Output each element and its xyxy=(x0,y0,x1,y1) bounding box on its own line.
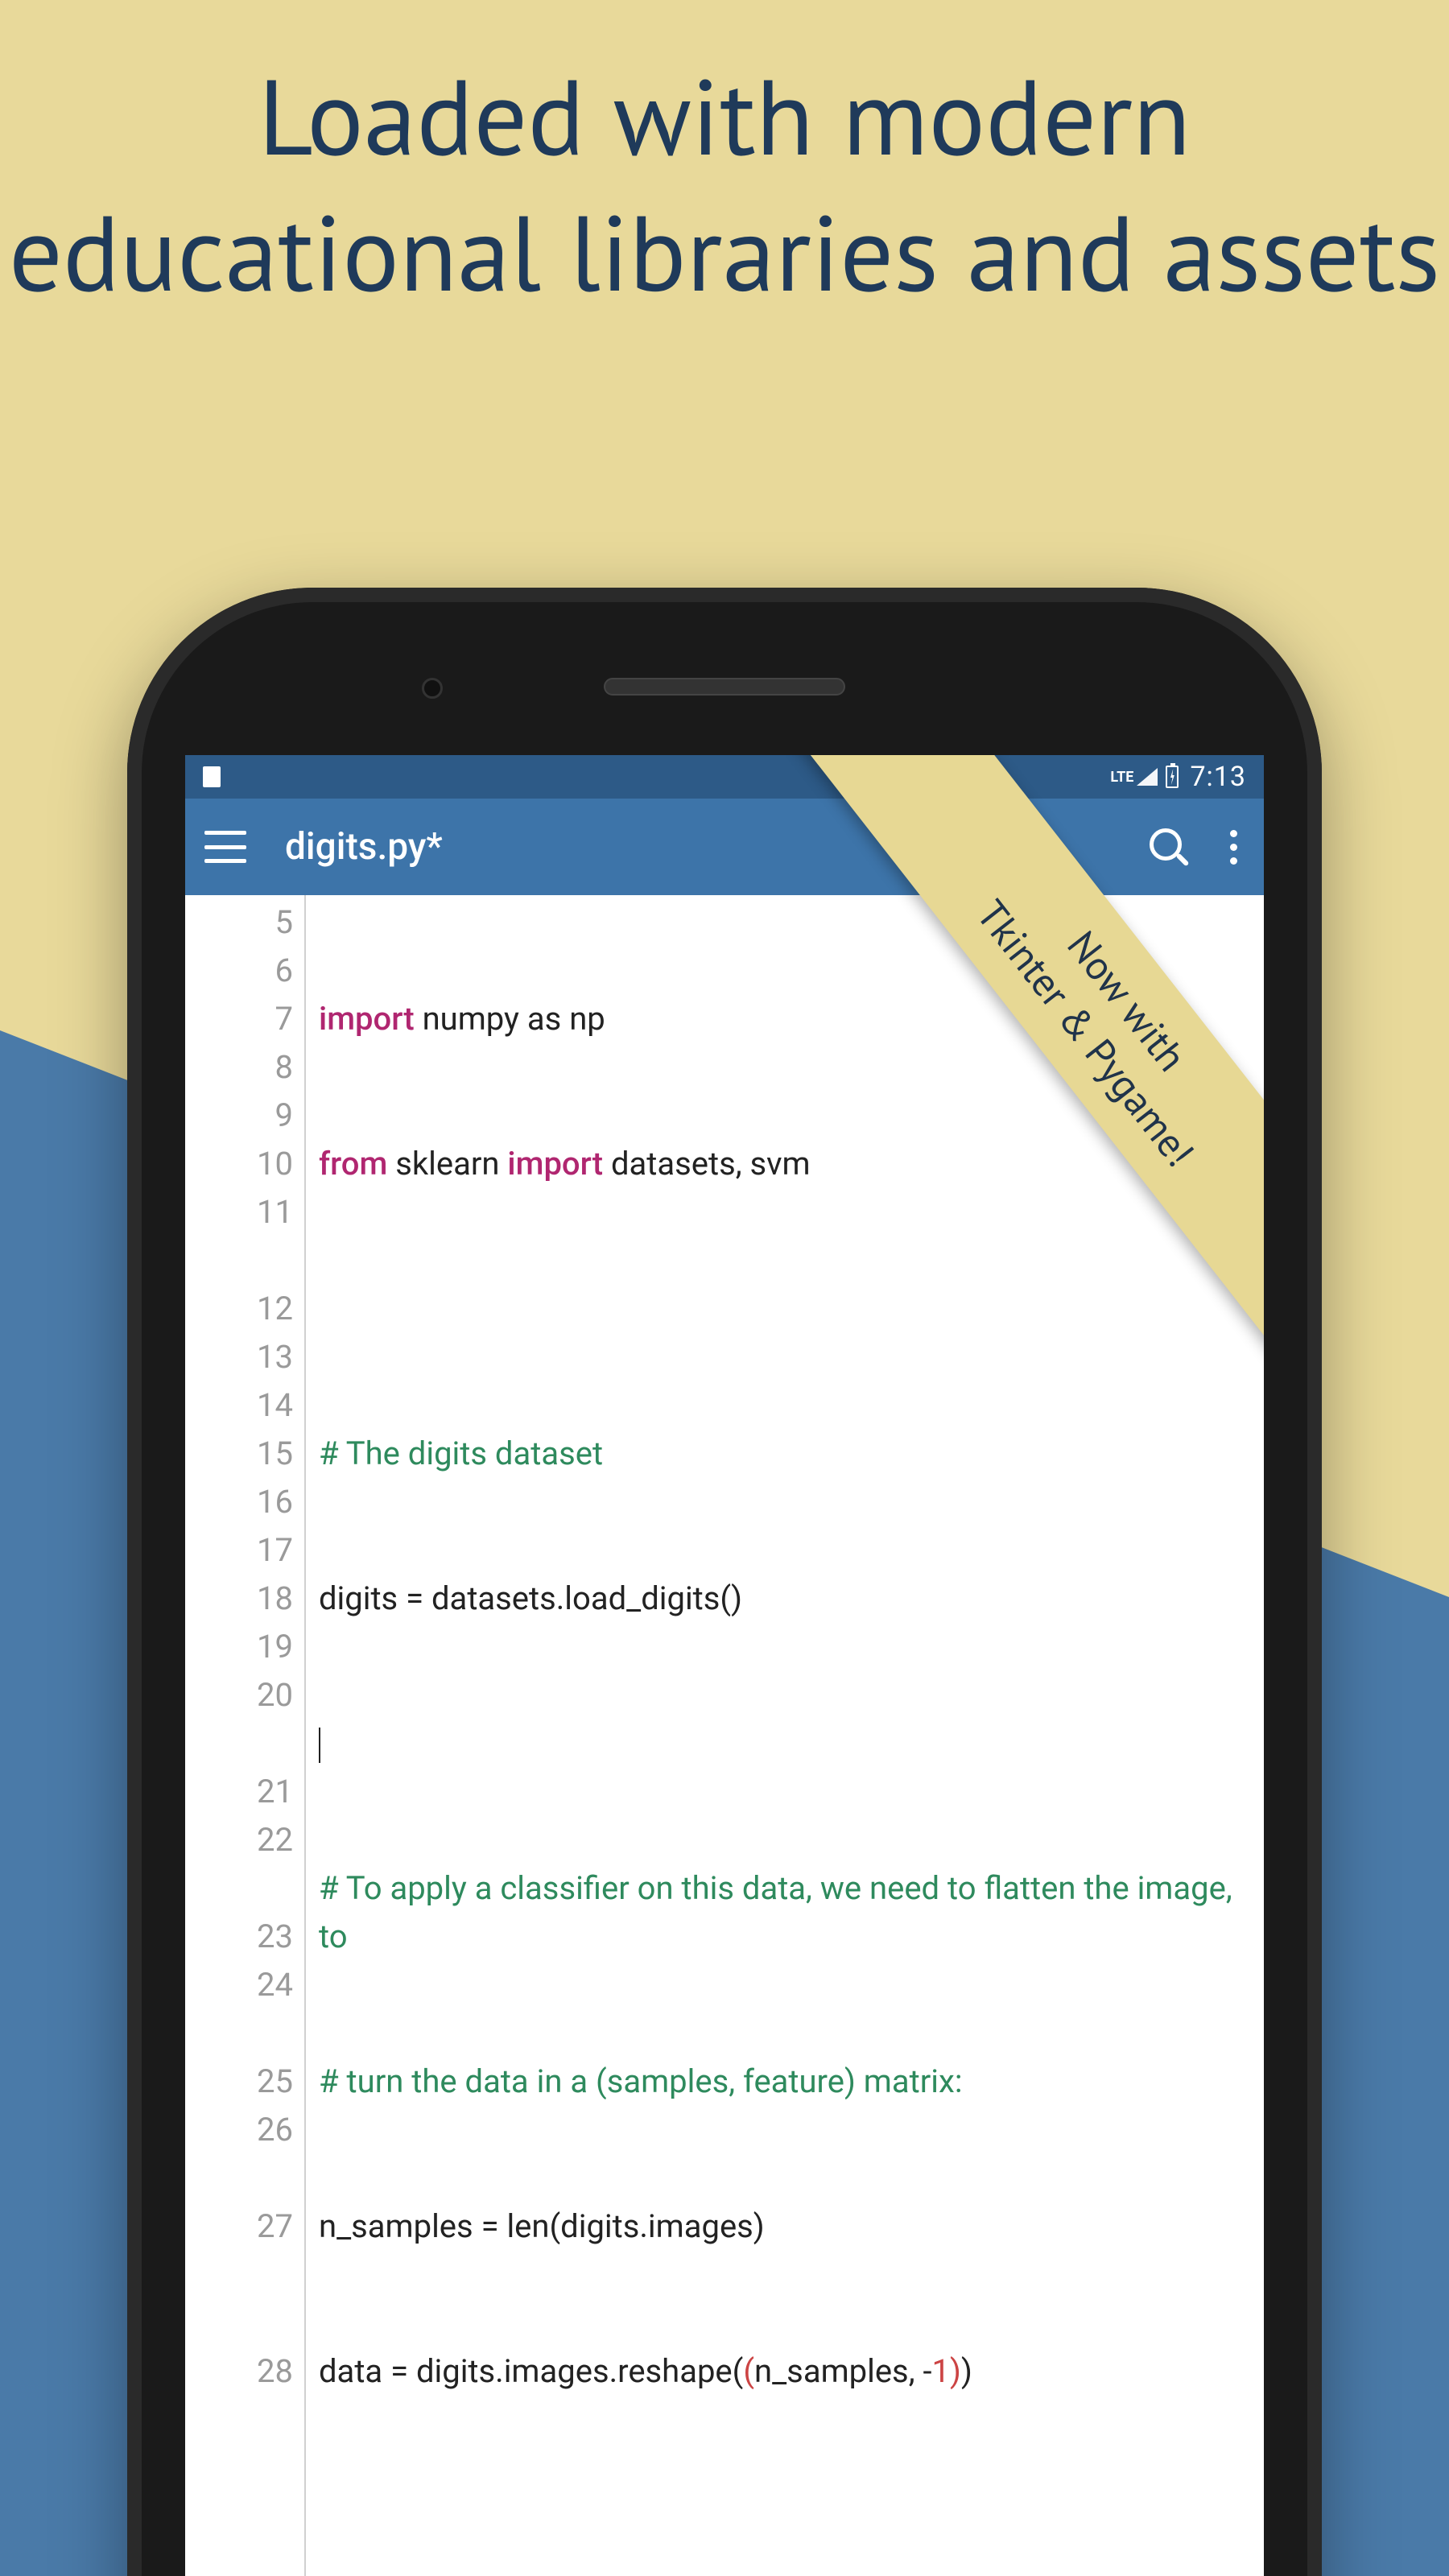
text-cursor xyxy=(319,1728,320,1763)
line-number-gutter: 5 6 7 8 9 10 11 12 13 14 15 16 17 18 19 … xyxy=(185,895,306,2576)
promo-headline: Loaded with modern educational libraries… xyxy=(0,48,1449,320)
device-screen: LTE 7:13 digits.py* 5 6 7 8 9 10 xyxy=(185,755,1264,2576)
sdcard-icon xyxy=(203,766,221,787)
device-camera xyxy=(422,678,443,699)
device-frame: LTE 7:13 digits.py* 5 6 7 8 9 10 xyxy=(127,588,1322,2576)
signal-icon xyxy=(1137,768,1158,786)
android-statusbar: LTE 7:13 xyxy=(185,755,1264,799)
device-speaker xyxy=(604,678,845,696)
network-label: LTE xyxy=(1110,769,1133,786)
battery-charging-icon xyxy=(1166,766,1179,788)
search-button[interactable] xyxy=(1150,828,1187,865)
overflow-menu-button[interactable] xyxy=(1222,830,1245,865)
clock-time: 7:13 xyxy=(1190,761,1246,793)
code-editor[interactable]: 5 6 7 8 9 10 11 12 13 14 15 16 17 18 19 … xyxy=(185,895,1264,2576)
menu-button[interactable] xyxy=(204,831,246,863)
app-bar: digits.py* xyxy=(185,799,1264,895)
